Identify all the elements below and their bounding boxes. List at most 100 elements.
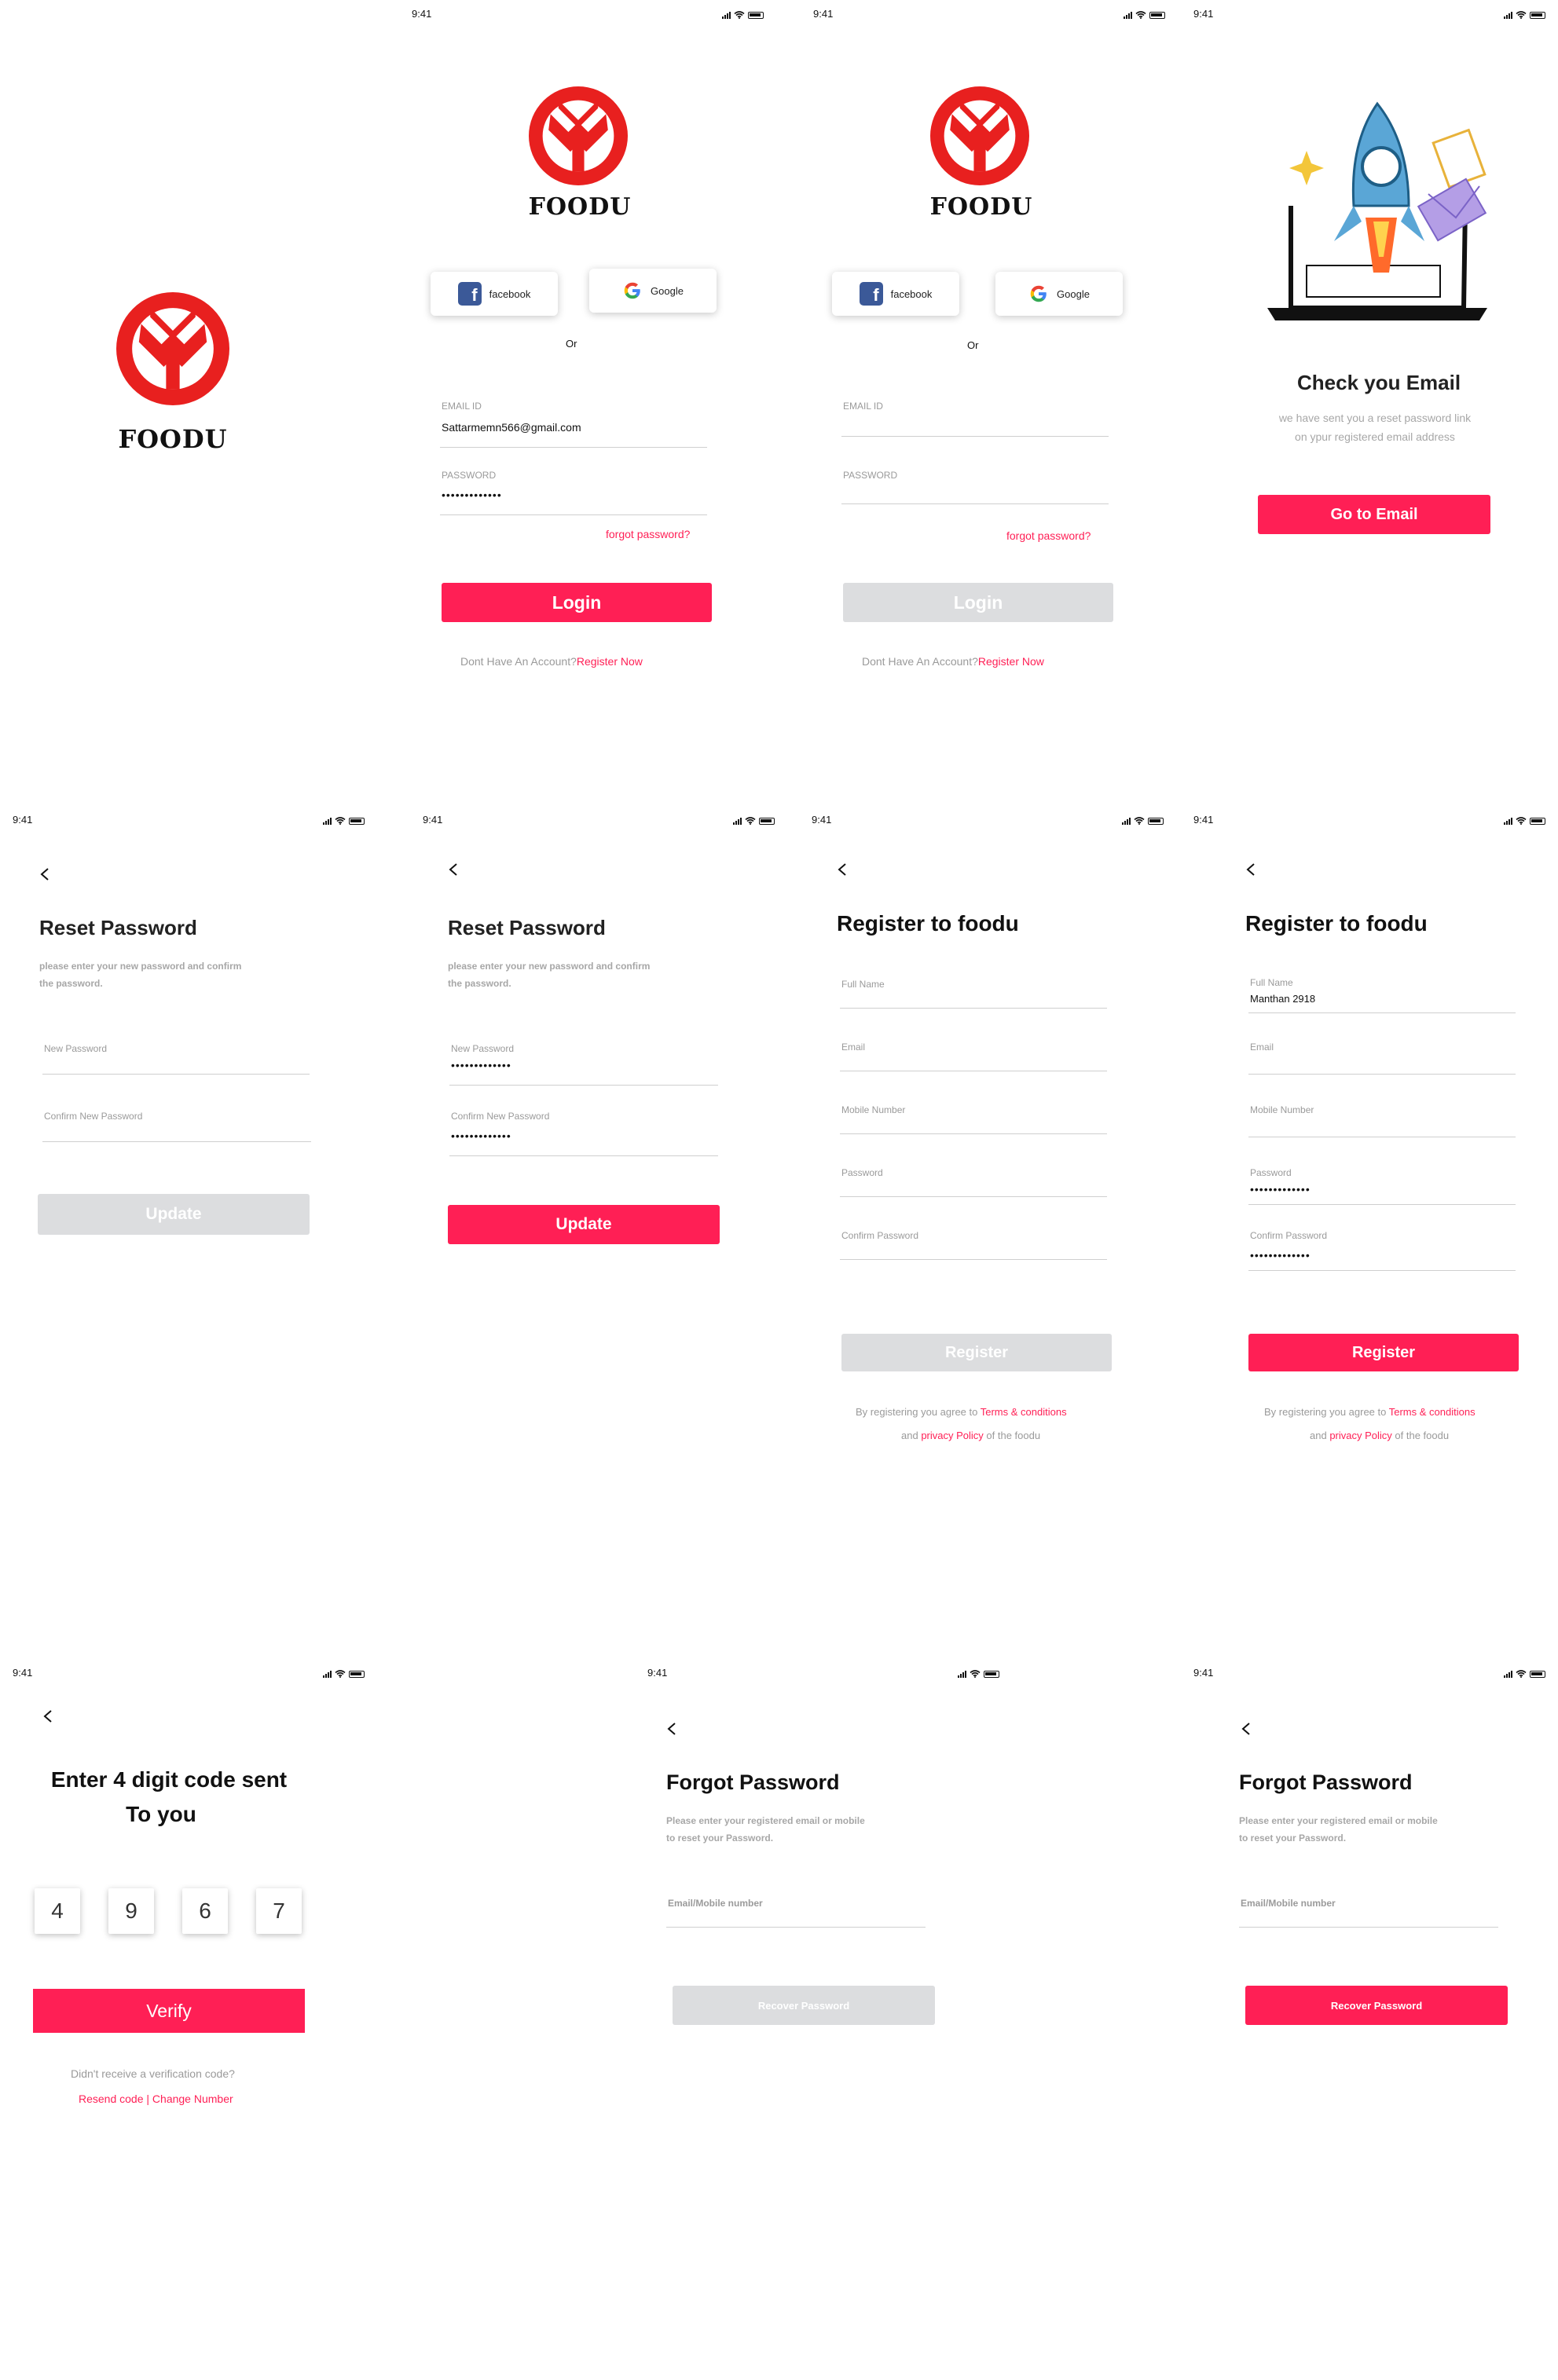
reset-desc-1: please enter your new password and confi… (448, 961, 651, 972)
signal-icon (958, 1670, 966, 1678)
password-value: ••••••••••••• (1250, 1183, 1311, 1195)
new-password-field[interactable]: New Password ••••••••••••• (449, 1040, 718, 1086)
confirm-password-field[interactable]: Confirm Password ••••••••••••• (1248, 1227, 1516, 1271)
password-field[interactable]: PASSWORD (841, 467, 1109, 504)
update-button[interactable]: Update (448, 1205, 720, 1244)
status-bar: 9:41 (635, 1667, 1012, 1682)
terms-line-2: and privacy Policy of the foodu (1310, 1430, 1449, 1441)
email-field[interactable]: Email (1248, 1038, 1516, 1075)
mobile-field[interactable]: Mobile Number (1248, 1101, 1516, 1137)
full-name-field[interactable]: Full Name (840, 976, 1107, 1009)
email-label: EMAIL ID (442, 401, 482, 412)
code-digit-4[interactable]: 7 (256, 1888, 302, 1934)
password-field[interactable]: PASSWORD ••••••••••••• (440, 467, 707, 515)
forgot-password-link[interactable]: forgot password? (1006, 529, 1091, 542)
password-label: Password (1250, 1167, 1292, 1178)
check-email-screen: 9:41 Check you Email we have sent you a … (1181, 0, 1558, 770)
back-arrow-icon[interactable] (1239, 1722, 1253, 1736)
register-prompt: Dont Have An Account?Register Now (460, 655, 643, 668)
email-field[interactable]: Email (840, 1038, 1107, 1071)
email-field[interactable]: EMAIL ID Sattarmemn566@gmail.com (440, 397, 707, 448)
back-arrow-icon[interactable] (835, 862, 849, 877)
verify-code-screen: 9:41 Enter 4 digit code sent To you 4 9 … (0, 1659, 377, 2380)
status-icons (958, 1670, 999, 1678)
code-digit-1[interactable]: 4 (35, 1888, 80, 1934)
splash-screen: FOODU (0, 0, 377, 770)
status-icons (733, 817, 775, 825)
signal-icon (1124, 11, 1132, 19)
wifi-icon (734, 11, 745, 19)
recover-password-button[interactable]: Recover Password (1245, 1986, 1508, 2025)
go-to-email-button[interactable]: Go to Email (1258, 495, 1490, 534)
register-now-link[interactable]: Register Now (577, 655, 643, 668)
recover-password-button[interactable]: Recover Password (673, 1986, 935, 2025)
code-digit-3[interactable]: 6 (182, 1888, 228, 1934)
terms-suffix: of the foodu (983, 1430, 1041, 1441)
full-name-field[interactable]: Full Name Manthan 2918 (1248, 976, 1516, 1013)
status-bar: 9:41 (801, 8, 1178, 24)
resend-change-link[interactable]: Resend code | Change Number (79, 2093, 233, 2105)
email-label: Email (1250, 1042, 1274, 1053)
wifi-icon (1135, 11, 1146, 19)
terms-link[interactable]: Terms & conditions (981, 1406, 1067, 1418)
foodu-logo-icon (529, 86, 628, 185)
login-button[interactable]: Login (442, 583, 712, 622)
wifi-icon (1516, 1670, 1527, 1678)
login-button[interactable]: Login (843, 583, 1113, 622)
status-icons (1504, 11, 1545, 19)
status-time: 9:41 (813, 8, 834, 20)
privacy-link[interactable]: privacy Policy (921, 1430, 983, 1441)
email-mobile-field[interactable]: Email/Mobile number (666, 1896, 926, 1928)
reset-password-screen-filled: 9:41 Reset Password please enter your ne… (410, 806, 787, 1576)
confirm-password-label: Confirm Password (841, 1230, 919, 1241)
confirm-password-value: ••••••••••••• (1250, 1249, 1311, 1261)
back-arrow-icon[interactable] (1244, 862, 1258, 877)
status-icons (1504, 817, 1545, 825)
status-bar: 9:41 (1181, 8, 1558, 24)
facebook-icon: f (859, 282, 883, 306)
terms-link[interactable]: Terms & conditions (1389, 1406, 1476, 1418)
email-mobile-field[interactable]: Email/Mobile number (1239, 1896, 1498, 1928)
new-password-field[interactable]: New Password (42, 1040, 310, 1075)
mobile-field[interactable]: Mobile Number (840, 1101, 1107, 1134)
forgot-desc-2: to reset your Password. (1239, 1833, 1347, 1844)
signal-icon (1504, 1670, 1512, 1678)
register-now-link[interactable]: Register Now (978, 655, 1044, 668)
google-button[interactable]: Google (589, 269, 717, 313)
privacy-link[interactable]: privacy Policy (1329, 1430, 1391, 1441)
facebook-button[interactable]: f facebook (832, 272, 959, 316)
password-field[interactable]: Password (840, 1164, 1107, 1197)
register-button[interactable]: Register (1248, 1334, 1519, 1371)
battery-icon (349, 1670, 365, 1678)
battery-icon (1149, 11, 1165, 19)
signal-icon (323, 817, 332, 825)
forgot-password-link[interactable]: forgot password? (606, 528, 690, 540)
back-arrow-icon[interactable] (41, 1709, 55, 1723)
email-mobile-label: Email/Mobile number (668, 1898, 763, 1909)
confirm-password-field[interactable]: Confirm Password (840, 1227, 1107, 1260)
password-field[interactable]: Password ••••••••••••• (1248, 1164, 1516, 1205)
check-email-line2: on ypur registered email address (1295, 430, 1455, 443)
verify-button[interactable]: Verify (33, 1989, 305, 2033)
verify-title-line2: To you (126, 1802, 196, 1826)
wifi-icon (335, 817, 346, 825)
status-icons (1504, 1670, 1545, 1678)
register-button[interactable]: Register (841, 1334, 1112, 1371)
code-digit-2[interactable]: 9 (108, 1888, 154, 1934)
facebook-button[interactable]: f facebook (431, 272, 558, 316)
confirm-password-field[interactable]: Confirm New Password ••••••••••••• (449, 1108, 718, 1156)
confirm-password-field[interactable]: Confirm New Password (42, 1108, 311, 1142)
back-arrow-icon[interactable] (446, 862, 460, 877)
email-field[interactable]: EMAIL ID (841, 397, 1109, 437)
google-label: Google (1057, 287, 1090, 300)
status-icons (323, 1670, 365, 1678)
back-arrow-icon[interactable] (38, 867, 52, 881)
google-button[interactable]: Google (995, 272, 1123, 316)
or-divider: Or (967, 339, 979, 351)
reset-password-screen-empty: 9:41 Reset Password please enter your ne… (0, 806, 377, 1576)
back-arrow-icon[interactable] (665, 1722, 679, 1736)
confirm-password-value: ••••••••••••• (451, 1130, 511, 1142)
update-button[interactable]: Update (38, 1194, 310, 1235)
status-bar: 9:41 (410, 814, 787, 829)
signal-icon (722, 11, 731, 19)
